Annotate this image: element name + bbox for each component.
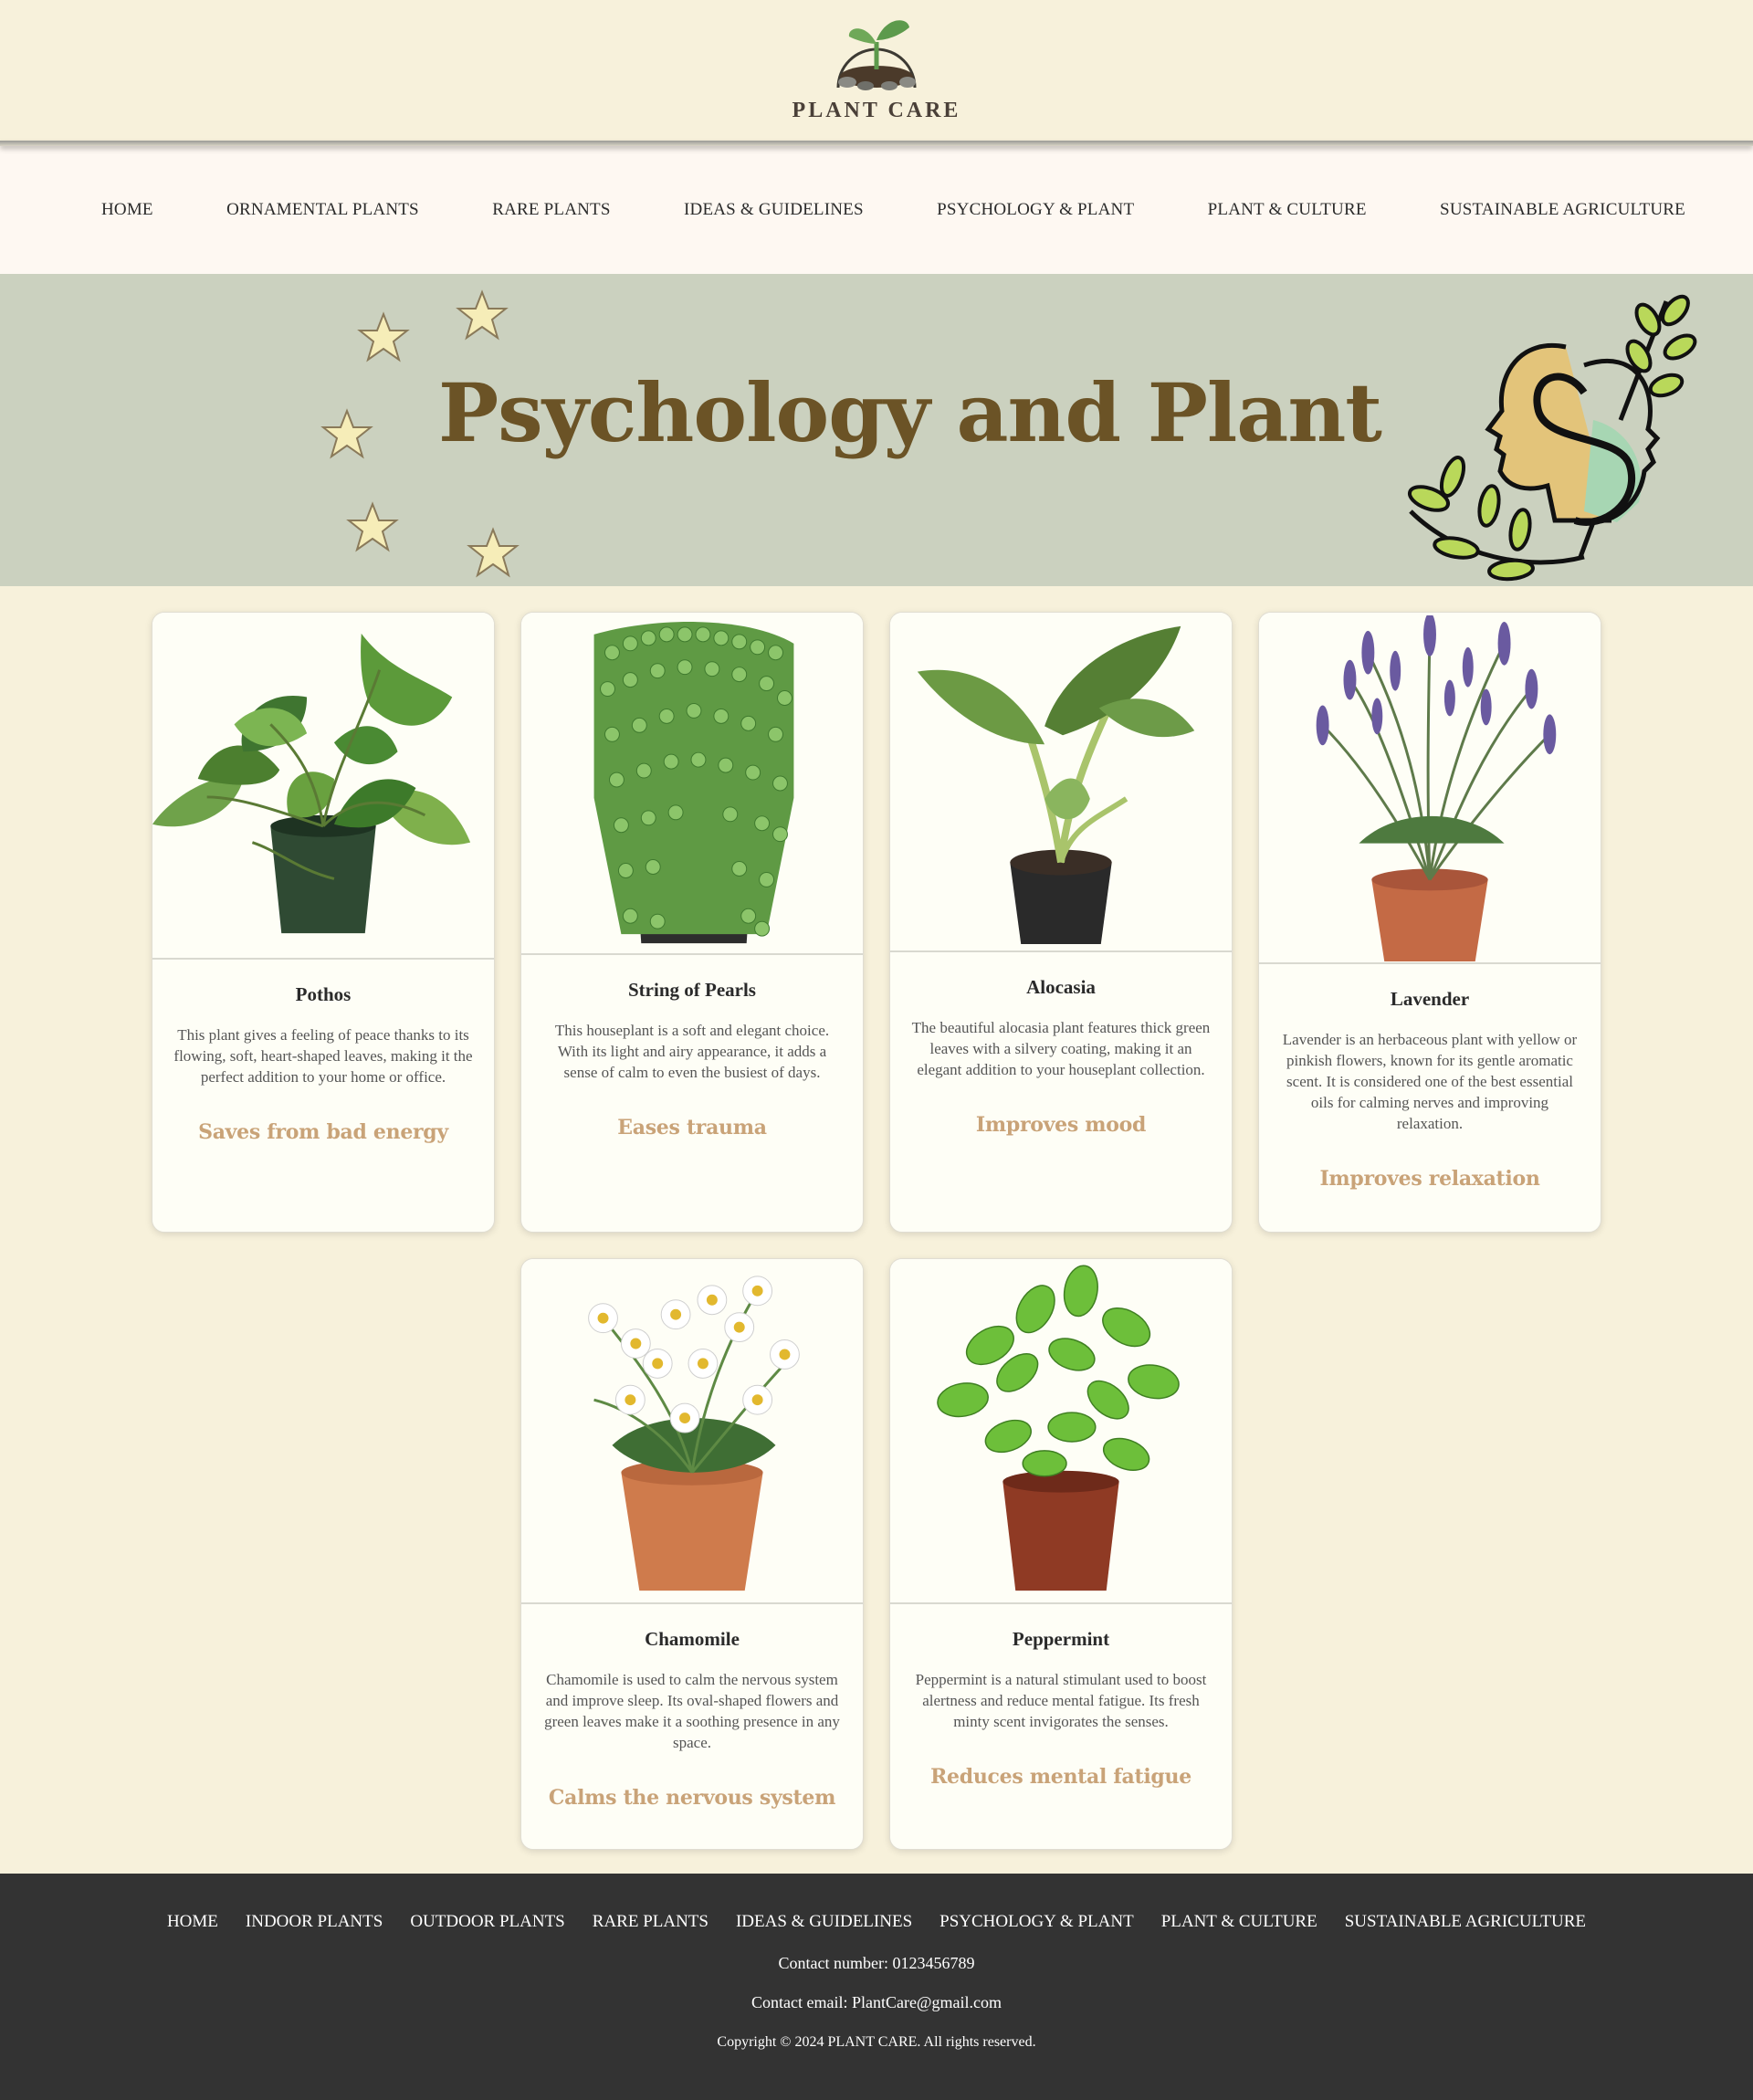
footer-link-rare-plants[interactable]: RARE PLANTS: [593, 1912, 709, 1932]
cards-row: Pothos This plant gives a feeling of pea…: [0, 612, 1753, 1233]
plant-card-peppermint[interactable]: Peppermint Peppermint is a natural stimu…: [889, 1258, 1233, 1850]
plant-cards: Pothos This plant gives a feeling of pea…: [0, 586, 1753, 1874]
card-benefit: Saves from bad energy: [198, 1120, 448, 1144]
contact-email: Contact email: PlantCare@gmail.com: [751, 1993, 1002, 2011]
star-icon: [346, 501, 399, 552]
site-footer: HOME INDOOR PLANTS OUTDOOR PLANTS RARE P…: [0, 1874, 1753, 2100]
card-title: Chamomile: [645, 1628, 740, 1650]
card-description: This plant gives a feeling of peace than…: [173, 1026, 473, 1086]
plant-card-lavender[interactable]: Lavender Lavender is an herbaceous plant…: [1258, 612, 1601, 1233]
copyright: Copyright © 2024 PLANT CARE. All rights …: [717, 2034, 1036, 2050]
card-description: Chamomile is used to calm the nervous sy…: [544, 1671, 840, 1751]
plant-card-chamomile[interactable]: Chamomile Chamomile is used to calm the …: [520, 1258, 864, 1850]
card-title: String of Pearls: [628, 979, 756, 1001]
peppermint-image: [890, 1259, 1232, 1604]
footer-link-sustainable-agriculture[interactable]: SUSTAINABLE AGRICULTURE: [1345, 1912, 1586, 1932]
chamomile-image: [521, 1259, 863, 1604]
nav-item-home[interactable]: HOME: [101, 200, 153, 220]
pothos-image: [152, 613, 494, 960]
nav-item-psychology-plant[interactable]: PSYCHOLOGY & PLANT: [937, 200, 1134, 220]
string-of-pearls-image: [521, 613, 863, 955]
star-icon: [456, 289, 509, 341]
nav-item-ideas-guidelines[interactable]: IDEAS & GUIDELINES: [684, 200, 864, 220]
card-benefit: Improves relaxation: [1319, 1167, 1540, 1191]
footer-link-plant-culture[interactable]: PLANT & CULTURE: [1161, 1912, 1317, 1932]
brand-name: PLANT CARE: [792, 99, 961, 122]
footer-nav: HOME INDOOR PLANTS OUTDOOR PLANTS RARE P…: [167, 1912, 1586, 1932]
footer-link-psychology-plant[interactable]: PSYCHOLOGY & PLANT: [939, 1912, 1134, 1932]
head-leaves-illustration: [1407, 294, 1697, 582]
card-description: This houseplant is a soft and elegant ch…: [554, 1022, 830, 1081]
alocasia-image: [890, 613, 1232, 952]
star-icon: [467, 527, 520, 578]
hero-banner: Psychology and Plant: [0, 274, 1753, 586]
nav-item-plant-culture[interactable]: PLANT & CULTURE: [1208, 200, 1367, 220]
card-title: Lavender: [1390, 988, 1470, 1010]
header-divider: [0, 141, 1753, 146]
plant-card-string-of-pearls[interactable]: String of Pearls This houseplant is a so…: [520, 612, 864, 1233]
site-header: PLANT CARE: [0, 0, 1753, 146]
footer-link-home[interactable]: HOME: [167, 1912, 218, 1932]
card-title: Alocasia: [1026, 976, 1096, 998]
lavender-image: [1259, 613, 1601, 964]
card-benefit: Eases trauma: [617, 1116, 767, 1139]
star-icon: [357, 311, 410, 362]
nav-item-sustainable-agriculture[interactable]: SUSTAINABLE AGRICULTURE: [1440, 200, 1685, 220]
card-title: Peppermint: [1012, 1628, 1110, 1650]
footer-link-outdoor-plants[interactable]: OUTDOOR PLANTS: [410, 1912, 564, 1932]
footer-link-indoor-plants[interactable]: INDOOR PLANTS: [246, 1912, 383, 1932]
nav-item-rare-plants[interactable]: RARE PLANTS: [492, 200, 610, 220]
nav-item-ornamental-plants[interactable]: ORNAMENTAL PLANTS: [226, 200, 419, 220]
star-icon: [320, 408, 373, 459]
footer-link-ideas-guidelines[interactable]: IDEAS & GUIDELINES: [736, 1912, 912, 1932]
sprout-logo-icon[interactable]: [829, 9, 924, 93]
page-title: Psychology and Plant: [438, 365, 1382, 460]
card-description: The beautiful alocasia plant features th…: [911, 1019, 1211, 1078]
card-description: Lavender is an herbaceous plant with yel…: [1282, 1031, 1578, 1132]
card-title: Pothos: [295, 983, 352, 1005]
card-benefit: Calms the nervous system: [548, 1786, 836, 1810]
plant-card-pothos[interactable]: Pothos This plant gives a feeling of pea…: [152, 612, 495, 1233]
cards-row: Chamomile Chamomile is used to calm the …: [0, 1258, 1753, 1850]
contact-number: Contact number: 0123456789: [778, 1954, 975, 1972]
card-description: Peppermint is a natural stimulant used t…: [915, 1671, 1207, 1730]
plant-card-alocasia[interactable]: Alocasia The beautiful alocasia plant fe…: [889, 612, 1233, 1233]
main-nav: HOME ORNAMENTAL PLANTS RARE PLANTS IDEAS…: [0, 146, 1753, 274]
card-benefit: Reduces mental fatigue: [930, 1765, 1191, 1789]
card-benefit: Improves mood: [975, 1113, 1147, 1137]
